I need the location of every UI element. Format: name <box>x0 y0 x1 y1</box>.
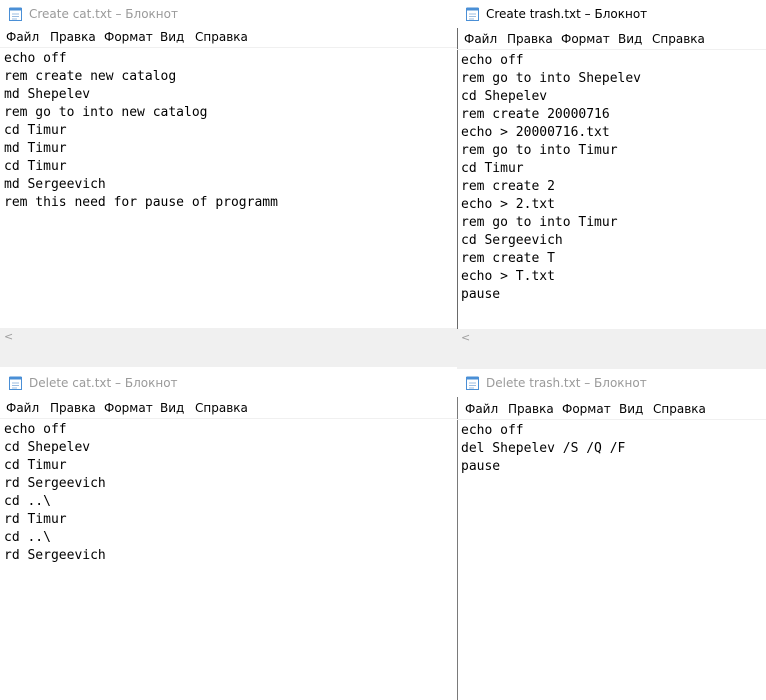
notepad-icon <box>9 7 22 21</box>
menu-file[interactable]: Файл <box>465 402 498 417</box>
scroll-left-icon[interactable]: < <box>4 330 13 343</box>
menu-edit[interactable]: Правка <box>50 401 96 416</box>
scrollbar-corner <box>440 328 457 345</box>
horizontal-scrollbar[interactable]: < <box>0 328 440 345</box>
menu-file[interactable]: Файл <box>6 401 39 416</box>
text-editor[interactable]: echo off rem go to into Shepelev cd Shep… <box>457 49 766 369</box>
menu-help[interactable]: Справка <box>653 402 706 417</box>
window-title: Delete trash.txt – Блокнот <box>486 376 647 390</box>
menu-view[interactable]: Вид <box>619 402 643 417</box>
menu-file[interactable]: Файл <box>6 30 39 45</box>
title-bar[interactable]: Create cat.txt – Блокнот <box>0 0 457 28</box>
editor-text: echo off rem go to into Shepelev cd Shep… <box>461 53 642 302</box>
menu-view[interactable]: Вид <box>618 32 642 47</box>
title-bar[interactable]: Delete trash.txt – Блокнот <box>457 369 766 397</box>
window-title: Delete cat.txt – Блокнот <box>29 376 178 390</box>
menu-help[interactable]: Справка <box>652 32 705 47</box>
menu-view[interactable]: Вид <box>160 401 184 416</box>
scroll-left-icon[interactable]: < <box>461 331 470 344</box>
menu-edit[interactable]: Правка <box>508 402 554 417</box>
status-strip <box>0 345 457 367</box>
title-bar[interactable]: Create trash.txt – Блокнот <box>457 0 766 28</box>
window-create-cat: Create cat.txt – Блокнот Файл Правка Фор… <box>0 0 457 367</box>
horizontal-scrollbar[interactable]: < <box>457 329 766 346</box>
menu-help[interactable]: Справка <box>195 30 248 45</box>
menu-view[interactable]: Вид <box>160 30 184 45</box>
status-strip <box>457 346 766 369</box>
title-bar[interactable]: Delete cat.txt – Блокнот <box>0 369 457 397</box>
text-editor[interactable]: echo off del Shepelev /S /Q /F pause <box>457 419 766 700</box>
menu-bar: Файл Правка Формат Вид Справка <box>457 30 766 49</box>
window-create-trash: Create trash.txt – Блокнот Файл Правка Ф… <box>457 0 766 369</box>
notepad-icon <box>466 376 479 390</box>
menu-format[interactable]: Формат <box>561 32 610 47</box>
text-editor[interactable]: echo off rem create new catalog md Shepe… <box>0 47 457 367</box>
editor-text: echo off cd Shepelev cd Timur rd Sergeev… <box>4 422 106 563</box>
window-delete-trash: Delete trash.txt – Блокнот Файл Правка Ф… <box>457 369 766 700</box>
menu-format[interactable]: Формат <box>562 402 611 417</box>
menu-help[interactable]: Справка <box>195 401 248 416</box>
text-editor[interactable]: echo off cd Shepelev cd Timur rd Sergeev… <box>0 418 457 700</box>
notepad-icon <box>9 376 22 390</box>
menu-bar: Файл Правка Формат Вид Справка <box>457 400 766 419</box>
menu-format[interactable]: Формат <box>104 30 153 45</box>
menu-bar: Файл Правка Формат Вид Справка <box>0 28 457 47</box>
window-title: Create cat.txt – Блокнот <box>29 7 178 21</box>
menu-bar: Файл Правка Формат Вид Справка <box>0 399 457 418</box>
window-title: Create trash.txt – Блокнот <box>486 7 648 21</box>
notepad-icon <box>466 7 479 21</box>
menu-edit[interactable]: Правка <box>507 32 553 47</box>
menu-format[interactable]: Формат <box>104 401 153 416</box>
menu-edit[interactable]: Правка <box>50 30 96 45</box>
menu-file[interactable]: Файл <box>464 32 497 47</box>
window-delete-cat: Delete cat.txt – Блокнот Файл Правка Фор… <box>0 369 457 700</box>
editor-text: echo off del Shepelev /S /Q /F pause <box>461 423 626 474</box>
editor-text: echo off rem create new catalog md Shepe… <box>4 51 278 210</box>
